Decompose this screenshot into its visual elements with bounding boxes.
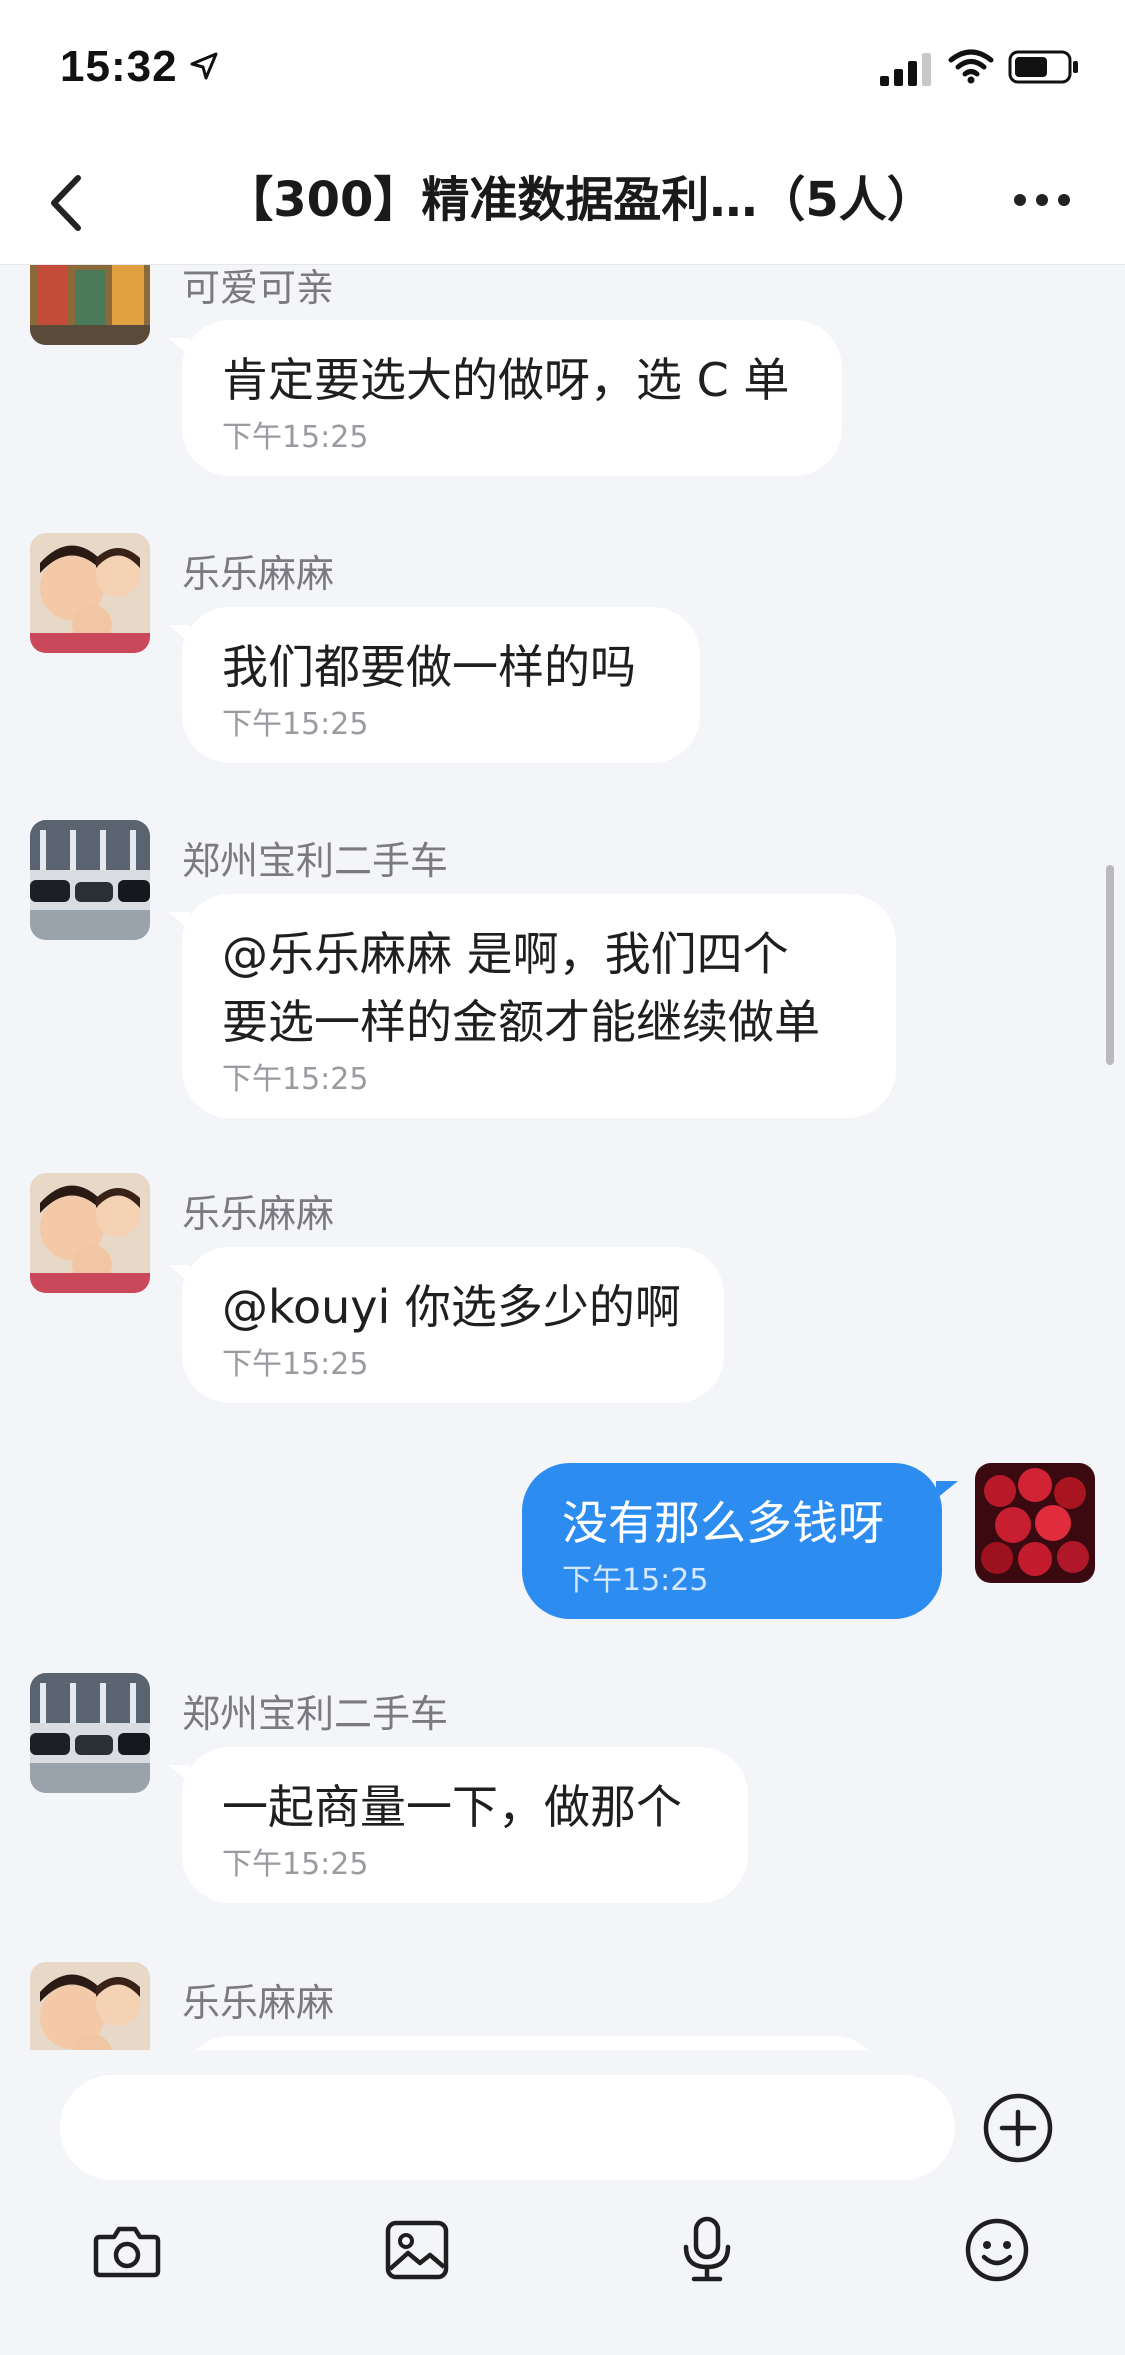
more-options-icon[interactable]: [1010, 180, 1074, 220]
family-avatar[interactable]: [30, 533, 150, 653]
microphone-icon[interactable]: [672, 2215, 742, 2285]
car-lot-avatar[interactable]: [30, 1673, 150, 1793]
wifi-icon: [948, 49, 994, 84]
message-text: 一起商量一下，做那个: [222, 1780, 682, 1834]
message-time: 下午15:25: [222, 1847, 369, 1882]
sender-name: 郑州宝利二手车: [182, 839, 449, 883]
message-text: @kouyi 你选多少的啊: [222, 1280, 681, 1334]
status-time: 15:32: [60, 42, 178, 91]
message-bubble[interactable]: 我们都要做一样的吗 下午15:25: [168, 607, 700, 763]
message-text-line: 要选一样的金额才能继续做单: [222, 995, 820, 1049]
message-time: 下午15:25: [222, 707, 369, 742]
message-bubble[interactable]: @kouyi 你选多少的啊 下午15:25: [168, 1247, 724, 1403]
message-bubble[interactable]: @乐乐麻麻 是啊，我们四个 要选一样的金额才能继续做单 下午15:25: [168, 894, 896, 1118]
scroll-indicator[interactable]: [1106, 865, 1114, 1065]
sender-name: 乐乐麻麻: [182, 1192, 335, 1236]
back-chevron-icon[interactable]: [38, 168, 98, 238]
message-bubble[interactable]: 肯定要选大的做呀，选 C 单 下午15:25: [168, 320, 842, 476]
composer-bar: [0, 2050, 1125, 2355]
family-avatar[interactable]: [30, 1173, 150, 1293]
message-input[interactable]: [60, 2075, 955, 2180]
message-time: 下午15:25: [222, 1347, 369, 1382]
message-text: 没有那么多钱呀: [562, 1496, 884, 1550]
image-gallery-icon[interactable]: [382, 2215, 452, 2285]
battery-icon: [1008, 50, 1078, 84]
sender-name: 乐乐麻麻: [182, 552, 335, 596]
family-avatar[interactable]: [30, 1962, 150, 2050]
message-list[interactable]: 可爱可亲 肯定要选大的做呀，选 C 单 下午15:25 乐乐麻麻 我们都要做一样…: [0, 265, 1125, 2050]
add-circle-icon[interactable]: [982, 2092, 1054, 2164]
sender-name: 可爱可亲: [182, 266, 335, 310]
cellular-signal-icon: [880, 53, 931, 86]
emoji-icon[interactable]: [962, 2215, 1032, 2285]
shop-avatar[interactable]: [30, 265, 150, 345]
message-bubble[interactable]: [182, 2036, 882, 2050]
message-bubble[interactable]: 一起商量一下，做那个 下午15:25: [168, 1747, 748, 1903]
message-time: 下午15:25: [222, 420, 369, 455]
car-lot-avatar[interactable]: [30, 820, 150, 940]
sender-name: 郑州宝利二手车: [182, 1692, 449, 1736]
chat-header: 【300】精准数据盈利…（5人）: [0, 140, 1125, 265]
group-chat-title: 【300】精准数据盈利…（5人）: [225, 172, 935, 228]
roses-avatar[interactable]: [975, 1463, 1095, 1583]
camera-icon[interactable]: [92, 2215, 162, 2285]
sender-name: 乐乐麻麻: [182, 1981, 335, 2025]
message-time: 下午15:25: [562, 1563, 709, 1598]
message-text-line: @乐乐麻麻 是啊，我们四个: [222, 927, 789, 981]
message-text: 我们都要做一样的吗: [222, 640, 636, 694]
location-arrow-icon: [190, 52, 218, 80]
message-bubble-self[interactable]: 没有那么多钱呀 下午15:25: [522, 1463, 958, 1619]
message-text: 肯定要选大的做呀，选 C 单: [222, 353, 790, 407]
status-bar: 15:32: [0, 0, 1125, 140]
message-time: 下午15:25: [222, 1062, 369, 1097]
